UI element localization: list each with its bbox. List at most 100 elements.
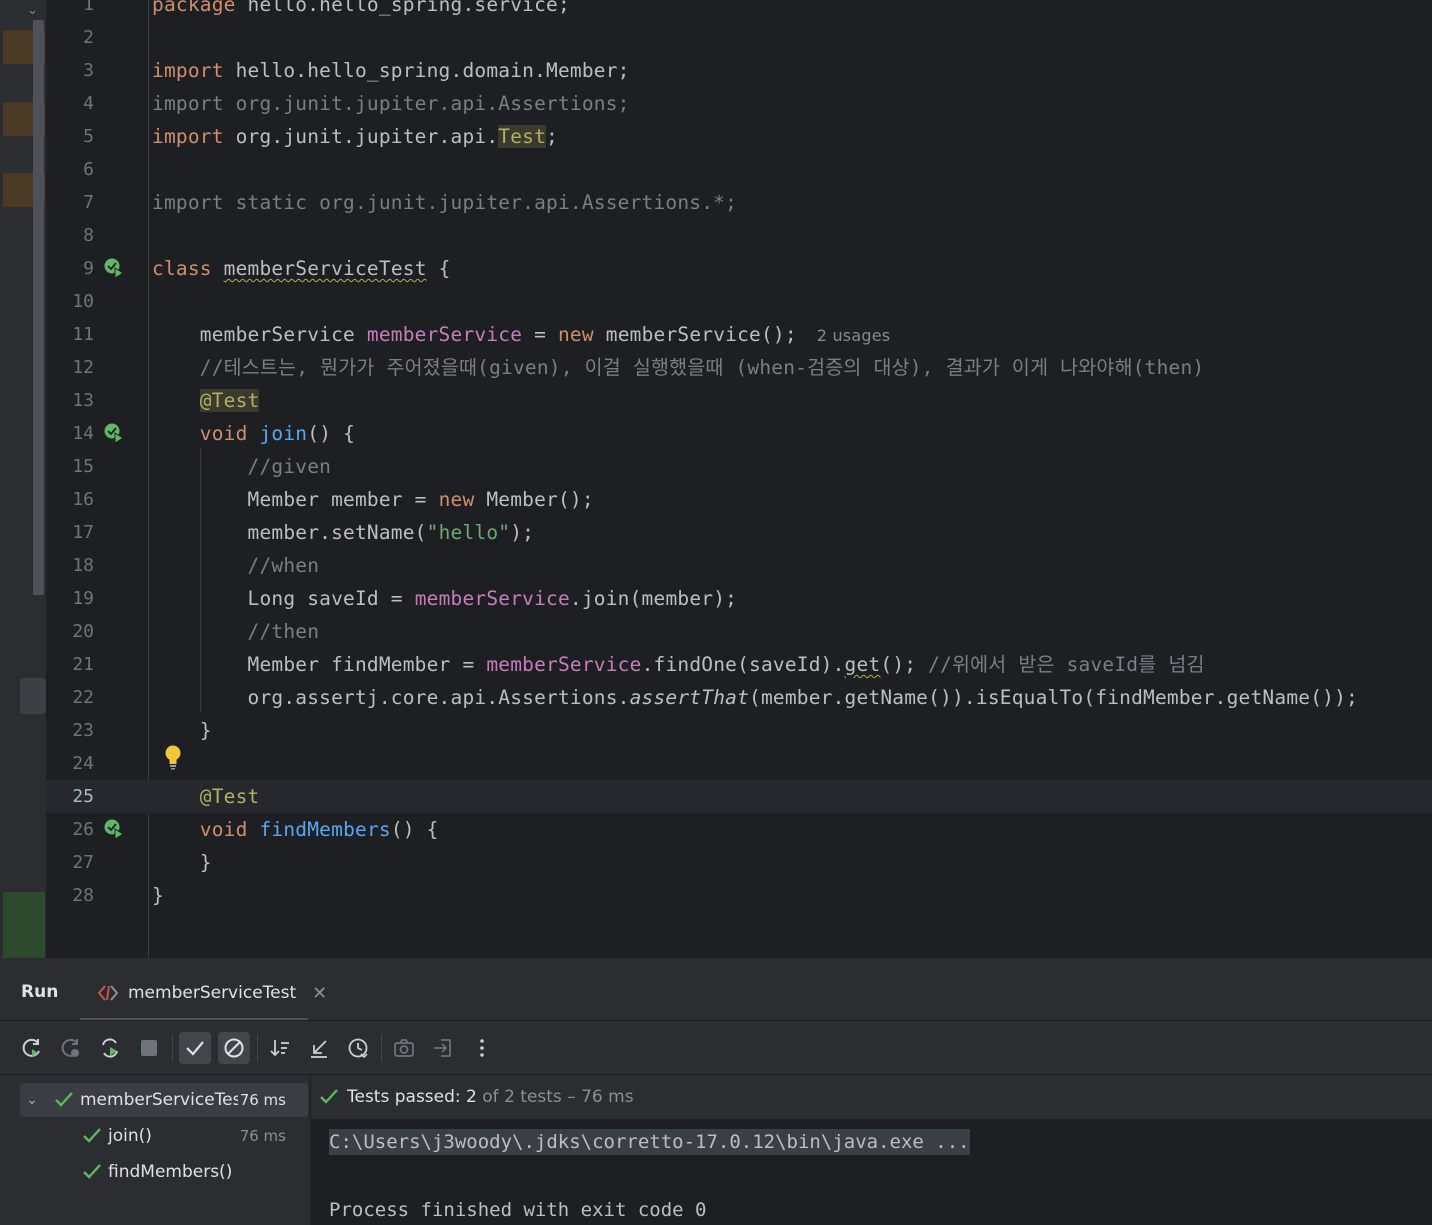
rerun-failed-button[interactable] bbox=[55, 1032, 87, 1064]
line-number: 8 bbox=[83, 225, 94, 246]
show-passed-toggle[interactable] bbox=[179, 1032, 211, 1064]
tree-item-find-members[interactable]: findMembers() bbox=[20, 1155, 308, 1189]
code-text: } bbox=[152, 719, 212, 742]
rerun-button[interactable] bbox=[16, 1032, 48, 1064]
line-number: 12 bbox=[72, 357, 94, 378]
check-icon bbox=[83, 1164, 101, 1179]
run-test-gutter-icon[interactable] bbox=[103, 257, 125, 279]
tree-item-label: findMembers() bbox=[108, 1162, 233, 1182]
line-number: 25 bbox=[72, 786, 94, 807]
tree-item-member-service-test[interactable]: ⌄ memberServiceTest 76 ms bbox=[20, 1083, 308, 1117]
check-icon bbox=[320, 1089, 338, 1104]
added-marker bbox=[3, 892, 45, 958]
line-number: 4 bbox=[83, 93, 94, 114]
code-text: @Test bbox=[199, 389, 260, 412]
code-text: org.assertj.core.api.Assertions.assertTh… bbox=[152, 686, 1358, 709]
run-test-gutter-icon[interactable] bbox=[103, 422, 125, 444]
code-text: import org.junit.jupiter.api.Assertions; bbox=[152, 92, 630, 115]
code-text: //then bbox=[247, 620, 320, 643]
more-vertical-icon bbox=[480, 1039, 484, 1057]
left-tool-strip: ⌄ bbox=[0, 0, 46, 958]
import-tests-button[interactable] bbox=[427, 1032, 459, 1064]
check-icon bbox=[186, 1041, 204, 1056]
line-number: 21 bbox=[72, 654, 94, 675]
console-exit-line: Process finished with exit code 0 bbox=[329, 1199, 707, 1221]
code-text: void join() { bbox=[199, 422, 356, 445]
camera-icon bbox=[394, 1039, 414, 1057]
code-text: class memberServiceTest { bbox=[152, 257, 451, 280]
line-number: 13 bbox=[72, 390, 94, 411]
tree-item-join[interactable]: join() 76 ms bbox=[20, 1119, 308, 1153]
status-suffix: of 2 tests – 76 ms bbox=[476, 1087, 634, 1107]
run-test-gutter-icon[interactable] bbox=[103, 818, 125, 840]
lightbulb-icon[interactable] bbox=[163, 744, 183, 770]
code-text: member.setName("hello"); bbox=[152, 521, 535, 544]
clock-icon bbox=[348, 1038, 368, 1059]
chevron-down-icon[interactable]: ⌄ bbox=[20, 1092, 44, 1108]
test-history-button[interactable] bbox=[342, 1032, 374, 1064]
more-options-button[interactable] bbox=[466, 1032, 498, 1064]
line-number: 27 bbox=[72, 852, 94, 873]
line-number: 17 bbox=[72, 522, 94, 543]
line-number: 16 bbox=[72, 489, 94, 510]
stop-button[interactable] bbox=[133, 1032, 165, 1064]
line-number: 6 bbox=[83, 159, 94, 180]
sort-button[interactable] bbox=[264, 1032, 296, 1064]
code-text: //when bbox=[247, 554, 320, 577]
code-text: import hello.hello_spring.domain.Member; bbox=[152, 59, 630, 82]
collapse-all-button[interactable] bbox=[303, 1032, 335, 1064]
code-line[interactable] bbox=[46, 219, 1432, 252]
line-number: 20 bbox=[72, 621, 94, 642]
scroll-thumb[interactable] bbox=[20, 678, 46, 714]
code-line[interactable] bbox=[46, 879, 1432, 912]
code-text: //테스트는, 뭔가가 주어졌을때(given), 이걸 실행했을때 (when… bbox=[199, 356, 1205, 379]
close-icon[interactable]: ✕ bbox=[312, 983, 327, 1004]
show-ignored-toggle[interactable] bbox=[218, 1032, 250, 1064]
screenshot-button[interactable] bbox=[388, 1032, 420, 1064]
toolbar-separator bbox=[172, 1034, 173, 1062]
auto-rerun-icon bbox=[102, 1038, 118, 1058]
code-line[interactable] bbox=[46, 285, 1432, 318]
scrollbar[interactable] bbox=[33, 20, 44, 595]
code-text: @Test bbox=[199, 785, 260, 808]
line-number: 7 bbox=[83, 192, 94, 213]
line-number: 18 bbox=[72, 555, 94, 576]
toolbar-separator bbox=[381, 1034, 382, 1062]
run-tab-label: memberServiceTest bbox=[128, 983, 297, 1003]
console-command-line[interactable]: C:\Users\j3woody\.jdks\corretto-17.0.12\… bbox=[329, 1129, 970, 1155]
code-text: import org.junit.jupiter.api.Test; bbox=[152, 125, 558, 148]
collapse-icon bbox=[311, 1040, 327, 1058]
code-line[interactable] bbox=[46, 714, 1432, 747]
tree-item-time: 76 ms bbox=[239, 1091, 286, 1109]
line-number: 2 bbox=[83, 27, 94, 48]
ignored-icon bbox=[224, 1038, 244, 1058]
stop-icon bbox=[141, 1040, 157, 1056]
toggle-auto-test-button[interactable] bbox=[94, 1032, 126, 1064]
line-number: 11 bbox=[72, 324, 94, 345]
line-number: 23 bbox=[72, 720, 94, 741]
code-line[interactable] bbox=[46, 846, 1432, 879]
status-prefix: Tests passed: bbox=[347, 1087, 467, 1107]
tree-item-label: memberServiceTest bbox=[80, 1090, 238, 1110]
code-editor[interactable]: ⌄ 1 package hello.hello_spring.service; 2 3… bbox=[0, 0, 1432, 958]
line-number: 28 bbox=[72, 885, 94, 906]
code-line[interactable] bbox=[46, 153, 1432, 186]
code-text: } bbox=[152, 851, 212, 874]
code-text: package hello.hello_spring.service; bbox=[152, 0, 570, 16]
test-status-bar: Tests passed: 2 of 2 tests – 76 ms bbox=[311, 1075, 1432, 1119]
status-count: 2 bbox=[466, 1087, 477, 1107]
code-line[interactable] bbox=[46, 747, 1432, 780]
line-number: 10 bbox=[72, 291, 94, 312]
line-number: 9 bbox=[83, 258, 94, 279]
code-text: //given bbox=[247, 455, 332, 478]
line-number: 26 bbox=[72, 819, 94, 840]
chevron-down-icon[interactable]: ⌄ bbox=[27, 3, 38, 18]
code-text: void findMembers() { bbox=[199, 818, 439, 841]
tab-member-service-test[interactable]: memberServiceTest ✕ bbox=[96, 978, 327, 1008]
console-output[interactable]: Tests passed: 2 of 2 tests – 76 ms C:\Us… bbox=[311, 1075, 1432, 1225]
check-icon bbox=[83, 1128, 101, 1143]
line-number: 14 bbox=[72, 423, 94, 444]
code-line[interactable] bbox=[46, 21, 1432, 54]
line-number: 15 bbox=[72, 456, 94, 477]
code-text: Member member = new Member(); bbox=[152, 488, 594, 511]
